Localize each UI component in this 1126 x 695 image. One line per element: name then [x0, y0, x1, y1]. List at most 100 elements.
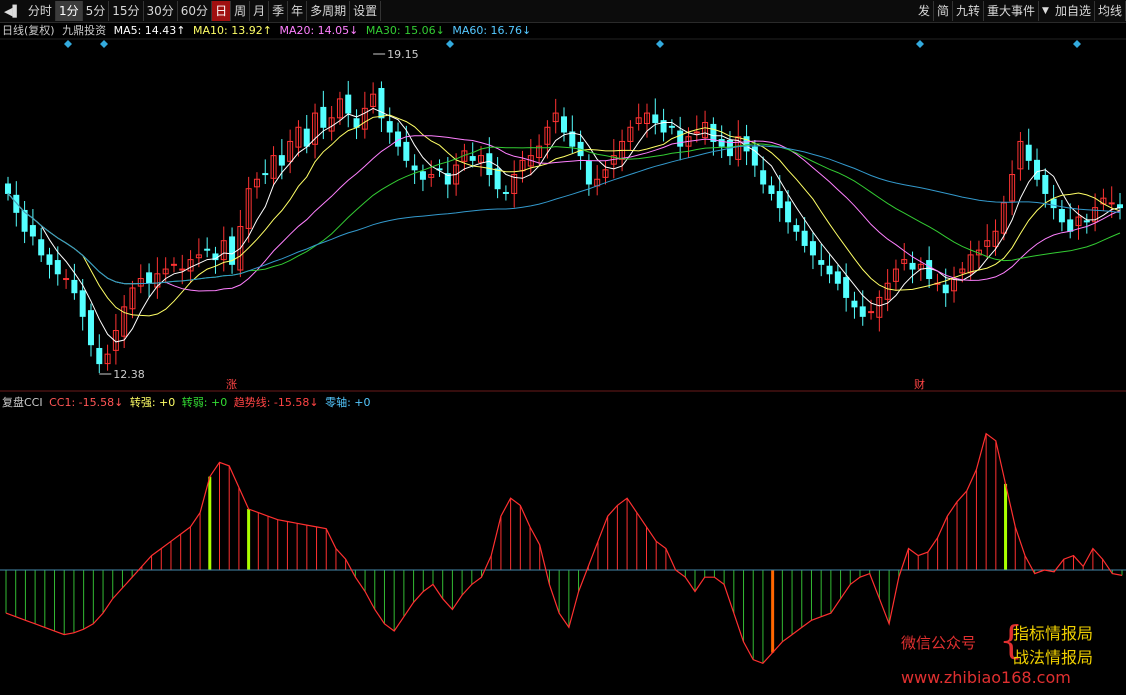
candle-body	[38, 239, 45, 256]
candle-body	[419, 171, 426, 180]
candle-body	[1067, 219, 1074, 232]
low-label: 12.38	[113, 368, 145, 381]
candle-body	[1050, 198, 1057, 209]
period-button-3[interactable]: 15分	[109, 1, 144, 21]
candle-body	[818, 260, 825, 265]
action-button-5[interactable]: 均线	[1095, 1, 1126, 21]
candle-body	[494, 168, 501, 190]
candle-body	[652, 114, 659, 124]
candle-body	[1042, 174, 1049, 194]
candle-body	[710, 123, 717, 142]
period-button-9[interactable]: 季	[269, 1, 289, 21]
watermark: 微信公众号 { 指标情报局 战法情报局 www.zhibiao168.com	[901, 618, 1116, 690]
candle-body	[303, 128, 310, 147]
candle-body	[46, 254, 53, 265]
candle-body	[668, 125, 675, 128]
period-button-2[interactable]: 5分	[83, 1, 110, 21]
ma30-line	[7, 143, 1121, 285]
mark-label: 财	[914, 377, 925, 391]
diamond-icon	[916, 40, 924, 48]
candle-body	[71, 279, 78, 294]
diamond-icon	[1073, 40, 1081, 48]
candle-body	[677, 130, 684, 147]
candle-body	[1108, 202, 1115, 205]
watermark-line2: 战法情报局	[1013, 648, 1094, 667]
period-button-4[interactable]: 30分	[144, 1, 178, 21]
candle-body	[834, 271, 841, 284]
candle-body	[826, 265, 833, 275]
candle-body	[469, 156, 476, 161]
period-button-7[interactable]: 周	[231, 1, 251, 21]
action-button-0[interactable]: 发	[915, 1, 934, 21]
diamond-icon	[100, 40, 108, 48]
watermark-label: 微信公众号	[901, 634, 977, 652]
period-button-10[interactable]: 年	[288, 1, 308, 21]
diamond-icon	[64, 40, 72, 48]
left-arrow-icon[interactable]: ◀▌	[0, 5, 25, 18]
candle-body	[54, 260, 61, 275]
ma60-line	[7, 145, 1121, 285]
candle-body	[386, 121, 393, 133]
mark-label: 涨	[226, 378, 237, 391]
action-button-2[interactable]: 九转	[953, 1, 985, 21]
candle-body	[1034, 159, 1041, 180]
candle-body	[1058, 209, 1065, 223]
period-button-5[interactable]: 60分	[178, 1, 213, 21]
candle-body	[262, 173, 269, 176]
candle-body	[96, 347, 103, 365]
candle-body	[776, 191, 783, 209]
candle-body	[13, 194, 20, 213]
candle-body	[569, 131, 576, 147]
watermark-line1: 指标情报局	[1013, 624, 1094, 643]
period-button-11[interactable]: 多周期	[307, 1, 351, 21]
candle-body	[718, 139, 725, 147]
candle-body	[693, 131, 700, 134]
candle-body	[760, 170, 767, 185]
period-toolbar: ◀▌ 分时 1分 5分 15分 30分 60分日周月季年多周期 设置 发简九转 重大事件 ▼ 加自…	[0, 0, 1126, 23]
candle-body	[942, 284, 949, 294]
ma20-line	[7, 135, 1121, 292]
candle-body	[204, 248, 211, 251]
period-button-8[interactable]: 月	[250, 1, 270, 21]
candle-body	[585, 160, 592, 185]
candle-body	[561, 116, 567, 133]
candle-body	[926, 260, 933, 280]
candle-body	[868, 311, 875, 314]
candle-body	[29, 225, 36, 237]
candle-body	[801, 230, 808, 246]
candle-body	[851, 300, 858, 308]
diamond-icon	[446, 40, 454, 48]
action-button-1[interactable]: 简	[934, 1, 954, 21]
candle-body	[5, 183, 11, 194]
candle-body	[411, 165, 418, 171]
period-button-6[interactable]: 日	[212, 1, 232, 21]
period-button-0[interactable]: 分时	[25, 1, 56, 21]
candle-body	[768, 185, 775, 194]
action-button-4[interactable]: 加自选	[1052, 1, 1095, 21]
price-pane: 19.15 12.38 涨 财	[0, 38, 1126, 392]
candle-body	[87, 310, 94, 346]
candle-body	[1025, 144, 1032, 161]
candle-body	[146, 272, 153, 284]
period-button-12[interactable]: 设置	[350, 1, 382, 21]
candle-body	[1117, 204, 1123, 209]
candle-body	[179, 268, 186, 271]
ma5-line	[7, 107, 1121, 343]
period-button-1[interactable]: 1分	[55, 1, 83, 21]
action-button-3[interactable]: 重大事件	[984, 1, 1040, 21]
candle-body	[278, 155, 285, 166]
stock-chart[interactable]: 19.15 12.38 涨 财	[0, 22, 1126, 695]
candle-body	[785, 201, 792, 223]
candle-body	[320, 106, 327, 128]
action-buttons: 发简九转 重大事件 ▼ 加自选 均线	[915, 0, 1126, 22]
candle-body	[170, 263, 177, 266]
candle-body	[843, 277, 850, 298]
candle-body	[859, 306, 866, 317]
candle-body	[345, 94, 352, 114]
diamond-icon	[656, 40, 664, 48]
candle-body	[403, 141, 410, 161]
candle-body	[486, 153, 493, 176]
chevron-down-icon[interactable]: ▼	[1039, 6, 1052, 16]
watermark-url: www.zhibiao168.com	[901, 668, 1071, 687]
high-label: 19.15	[387, 48, 419, 61]
